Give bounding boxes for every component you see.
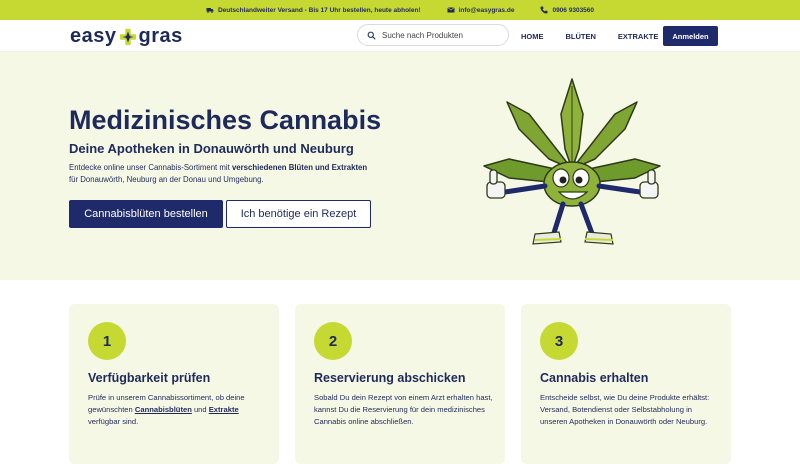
step-title: Verfügbarkeit prüfen [88, 371, 211, 385]
steps-section: 1 Verfügbarkeit prüfen Prüfe in unserem … [69, 304, 731, 464]
email-link[interactable]: info@easygras.de [459, 7, 515, 14]
hero-description: Entdecke online unser Cannabis-Sortiment… [69, 163, 368, 184]
hero-subtitle: Deine Apotheken in Donauwörth und Neubur… [69, 141, 354, 156]
step-card-3: 3 Cannabis erhalten Entscheide selbst, w… [521, 304, 731, 464]
step-card-2: 2 Reservierung abschicken Sobald Du dein… [295, 304, 505, 464]
search-icon [367, 31, 376, 40]
cannabis-leaf-mascot-illustration [483, 78, 661, 245]
hero-title: Medizinisches Cannabis [69, 105, 382, 135]
mail-icon [446, 7, 455, 13]
search-box[interactable] [357, 24, 509, 46]
step-title: Cannabis erhalten [540, 371, 649, 385]
truck-icon [206, 8, 214, 14]
step-text: Prüfe in unserem Cannabissortiment, ob d… [88, 393, 245, 426]
step-card-1: 1 Verfügbarkeit prüfen Prüfe in unserem … [69, 304, 279, 464]
logo-text-gras: gras [138, 25, 183, 47]
email-info[interactable]: info@easygras.de [446, 6, 515, 14]
phone-info[interactable]: 0906 9303560 [540, 6, 594, 14]
phone-link[interactable]: 0906 9303560 [552, 7, 594, 14]
search-input[interactable] [382, 30, 502, 40]
main-navigation: easy gras HOME BLÜTEN EXTRAKTE Anmelden [0, 20, 800, 52]
step-text: Sobald Du dein Rezept von einem Arzt erh… [314, 393, 493, 426]
nav-home[interactable]: HOME [521, 32, 544, 41]
phone-icon [540, 6, 548, 14]
logo-cross-leaf-icon [119, 28, 136, 45]
nav-extrakte[interactable]: EXTRAKTE [618, 32, 658, 41]
top-info-bar: Deutschlandweiter Versand - Bis 17 Uhr b… [0, 0, 800, 20]
hero-description-bold: verschiedenen Blüten und Extrakten [231, 163, 368, 172]
shipping-info: Deutschlandweiter Versand - Bis 17 Uhr b… [206, 6, 421, 14]
nav-links: HOME BLÜTEN EXTRAKTE [521, 20, 680, 52]
step-number: 2 [314, 322, 352, 360]
site-logo[interactable]: easy gras [70, 25, 183, 48]
step-title: Reservierung abschicken [314, 371, 466, 385]
hero-section: Medizinisches Cannabis Deine Apotheken i… [0, 52, 800, 280]
nav-blueten[interactable]: BLÜTEN [566, 32, 596, 41]
step-text: Entscheide selbst, wie Du deine Produkte… [540, 393, 710, 426]
step-number: 1 [88, 322, 126, 360]
link-extrakte[interactable]: Extrakte [209, 405, 239, 414]
link-cannabisblueten[interactable]: Cannabisblüten [135, 405, 192, 414]
order-flowers-button[interactable]: Cannabisblüten bestellen [69, 200, 223, 228]
logo-text-easy: easy [70, 25, 117, 47]
need-prescription-button[interactable]: Ich benötige ein Rezept [226, 200, 371, 228]
shipping-text: Deutschlandweiter Versand - Bis 17 Uhr b… [217, 6, 421, 14]
login-button[interactable]: Anmelden [663, 26, 718, 46]
step-number: 3 [540, 322, 578, 360]
